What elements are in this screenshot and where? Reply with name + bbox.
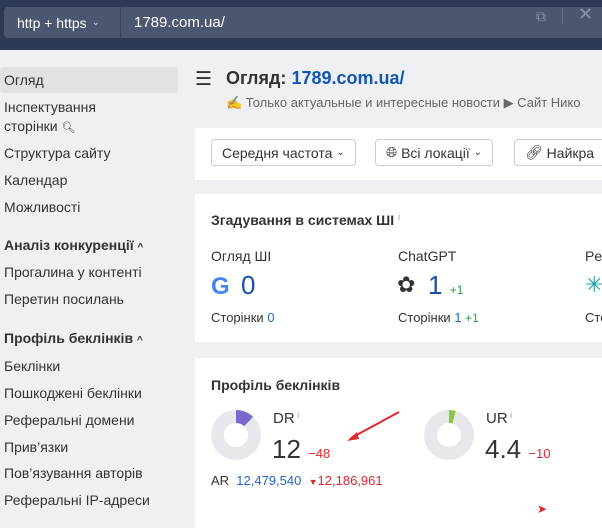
ai-overview-pages: Сторінки 0 xyxy=(211,310,275,325)
dr-label: DR i xyxy=(273,410,300,427)
sidebar-item-backlinks[interactable]: Беклінки xyxy=(4,357,60,375)
sidebar-item-ref-domains[interactable]: Реферальні домени xyxy=(4,411,135,429)
card-title: Профіль беклінків xyxy=(211,377,341,393)
ur-value: 4.4 −10 xyxy=(485,434,551,464)
filter-bar: Середня частота ⌄ 🌐︎ Всі локації ⌄ 🔗︎ На… xyxy=(195,128,602,180)
ai-mentions-card: Згадування в системах ШІ i Огляд ШІ G 0 … xyxy=(195,194,602,342)
down-arrow-icon: ▼ xyxy=(308,477,318,487)
chevron-down-icon: ⌄ xyxy=(473,147,483,158)
info-icon[interactable]: i xyxy=(398,212,400,222)
top-bar: http + https ⌄ 1789.com.ua/ ⧉ ✕ xyxy=(0,0,602,50)
chevron-up-icon: ^ xyxy=(136,335,143,346)
sidebar: Огляд Інспектування сторінки 🔍︎ Структур… xyxy=(0,50,185,512)
sidebar-item-content-gap[interactable]: Прогалина у контенті xyxy=(4,263,142,281)
ai-overview-label: Огляд ШІ xyxy=(211,248,272,264)
sidebar-item-anchors[interactable]: Прив’язки xyxy=(4,438,68,456)
link-icon: 🔗︎ xyxy=(525,144,543,160)
sidebar-item-calendar[interactable]: Календар xyxy=(4,171,67,189)
chevron-down-icon: ⌄ xyxy=(336,147,345,158)
divider xyxy=(562,8,563,24)
sidebar-item-overview[interactable]: Огляд xyxy=(0,67,178,93)
perplexity-pages: Сто xyxy=(585,310,602,325)
ur-label: UR i xyxy=(486,410,513,427)
perplexity-icon: ✳ xyxy=(585,272,602,297)
protocol-select[interactable]: http + https ⌄ xyxy=(4,7,121,38)
globe-icon: 🌐︎ xyxy=(386,144,398,160)
dr-donut-chart xyxy=(211,410,261,460)
sidebar-item-structure[interactable]: Структура сайту xyxy=(4,144,110,162)
external-link-icon[interactable]: ⧉ xyxy=(536,8,546,25)
ar-row: AR 12,479,540 ▼12,186,961 xyxy=(211,473,383,488)
frequency-dropdown[interactable]: Середня частота ⌄ xyxy=(211,139,356,166)
info-icon[interactable]: i xyxy=(295,410,299,420)
location-dropdown[interactable]: 🌐︎ Всі локації ⌄ xyxy=(375,139,494,166)
sidebar-item-broken-backlinks[interactable]: Пошкоджені беклінки xyxy=(4,384,142,402)
url-bar: http + https ⌄ 1789.com.ua/ xyxy=(4,7,602,38)
annotation-arrow-icon-2: ➤ xyxy=(537,502,548,516)
page-subtitle: ✍ Только актуальные и интересные новости… xyxy=(226,95,581,110)
ur-donut-chart xyxy=(424,410,474,460)
sidebar-item-opportunities[interactable]: Можливості xyxy=(4,198,80,216)
sidebar-item-link-intersect[interactable]: Перетин посилань xyxy=(4,290,124,308)
close-icon[interactable]: ✕ xyxy=(578,4,593,25)
chatgpt-label: ChatGPT xyxy=(398,248,457,264)
title-domain-link[interactable]: 1789.com.ua/ xyxy=(291,68,404,88)
annotation-arrow-icon xyxy=(347,411,400,441)
url-input[interactable]: 1789.com.ua/ xyxy=(121,14,602,31)
sidebar-section-competition[interactable]: Аналіз конкуренції ^ xyxy=(4,236,143,257)
perplexity-label: Pe xyxy=(585,248,602,264)
menu-icon[interactable]: ☰ xyxy=(195,68,212,91)
chevron-down-icon: ⌄ xyxy=(91,17,101,28)
chevron-up-icon: ^ xyxy=(137,242,144,253)
backlink-profile-card: Профіль беклінків DR i 12 −48 UR i 4.4 −… xyxy=(195,358,602,528)
sidebar-item-ref-ips[interactable]: Реферальні IP-адреси xyxy=(4,491,150,509)
openai-icon: ✿ xyxy=(397,272,416,297)
sidebar-item-inspect[interactable]: Інспектування xyxy=(4,98,96,116)
sidebar-item-inspect-2[interactable]: сторінки 🔍︎ xyxy=(4,117,75,137)
sidebar-section-backlinks[interactable]: Профіль беклінків ^ xyxy=(4,329,143,350)
best-dropdown[interactable]: 🔗︎ Найкра xyxy=(514,139,602,166)
search-icon: 🔍︎ xyxy=(61,122,76,134)
page-title: Огляд: 1789.com.ua/ xyxy=(226,68,405,88)
chatgpt-value: 1 +1 xyxy=(428,270,464,300)
card-title: Згадування в системах ШІ i xyxy=(211,212,401,228)
chatgpt-pages: Сторінки 1 +1 xyxy=(398,310,479,325)
google-icon: G xyxy=(211,273,230,300)
ai-overview-value: 0 xyxy=(241,270,256,300)
dr-value: 12 −48 xyxy=(272,434,331,464)
info-icon[interactable]: i xyxy=(508,410,512,420)
sidebar-item-author-links[interactable]: Пов’язування авторів xyxy=(4,464,143,482)
